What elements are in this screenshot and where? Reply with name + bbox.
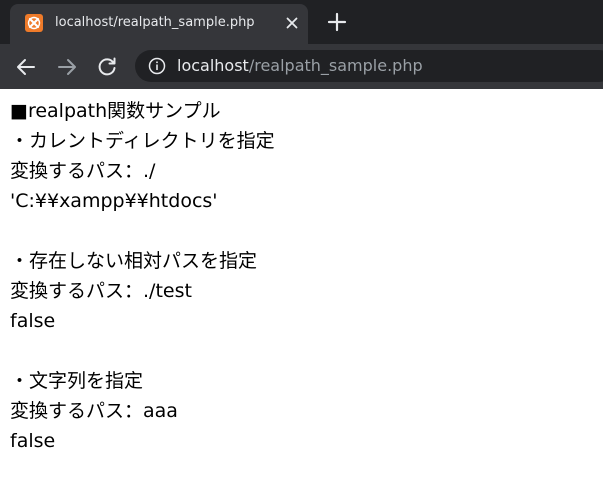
url-text: localhost/realpath_sample.php <box>177 57 423 75</box>
address-bar[interactable]: localhost/realpath_sample.php <box>135 50 603 82</box>
new-tab-plus-icon[interactable] <box>326 11 348 33</box>
result-nonexistent: false <box>10 310 56 332</box>
path-label-current: 変換するパス：./ <box>10 160 156 182</box>
arrow-left-icon[interactable] <box>14 55 38 79</box>
info-icon[interactable] <box>148 57 166 75</box>
arrow-right-icon[interactable] <box>55 55 79 79</box>
page-content: ■realpath関数サンプル ・カレントディレクトリを指定 変換するパス：./… <box>10 96 595 456</box>
section-string: ・文字列を指定 <box>10 370 144 392</box>
result-string: false <box>10 430 56 452</box>
url-path: /realpath_sample.php <box>248 56 423 75</box>
section-current-directory: ・カレントディレクトリを指定 <box>10 130 275 152</box>
url-host: localhost <box>177 56 249 75</box>
browser-tab-strip: localhost/realpath_sample.php <box>0 0 603 44</box>
path-label-nonexistent: 変換するパス：./test <box>10 280 192 302</box>
section-nonexistent-path: ・存在しない相対パスを指定 <box>10 250 258 272</box>
close-icon[interactable] <box>282 13 302 33</box>
reload-icon[interactable] <box>95 55 119 79</box>
tab-title: localhost/realpath_sample.php <box>55 15 255 30</box>
page-heading: ■realpath関数サンプル <box>10 100 221 122</box>
browser-tab[interactable]: localhost/realpath_sample.php <box>10 4 308 44</box>
xampp-favicon-icon <box>25 14 43 32</box>
browser-toolbar: localhost/realpath_sample.php <box>0 44 603 89</box>
result-current: 'C:¥¥xampp¥¥htdocs' <box>10 190 218 212</box>
path-label-string: 変換するパス：aaa <box>10 400 178 422</box>
